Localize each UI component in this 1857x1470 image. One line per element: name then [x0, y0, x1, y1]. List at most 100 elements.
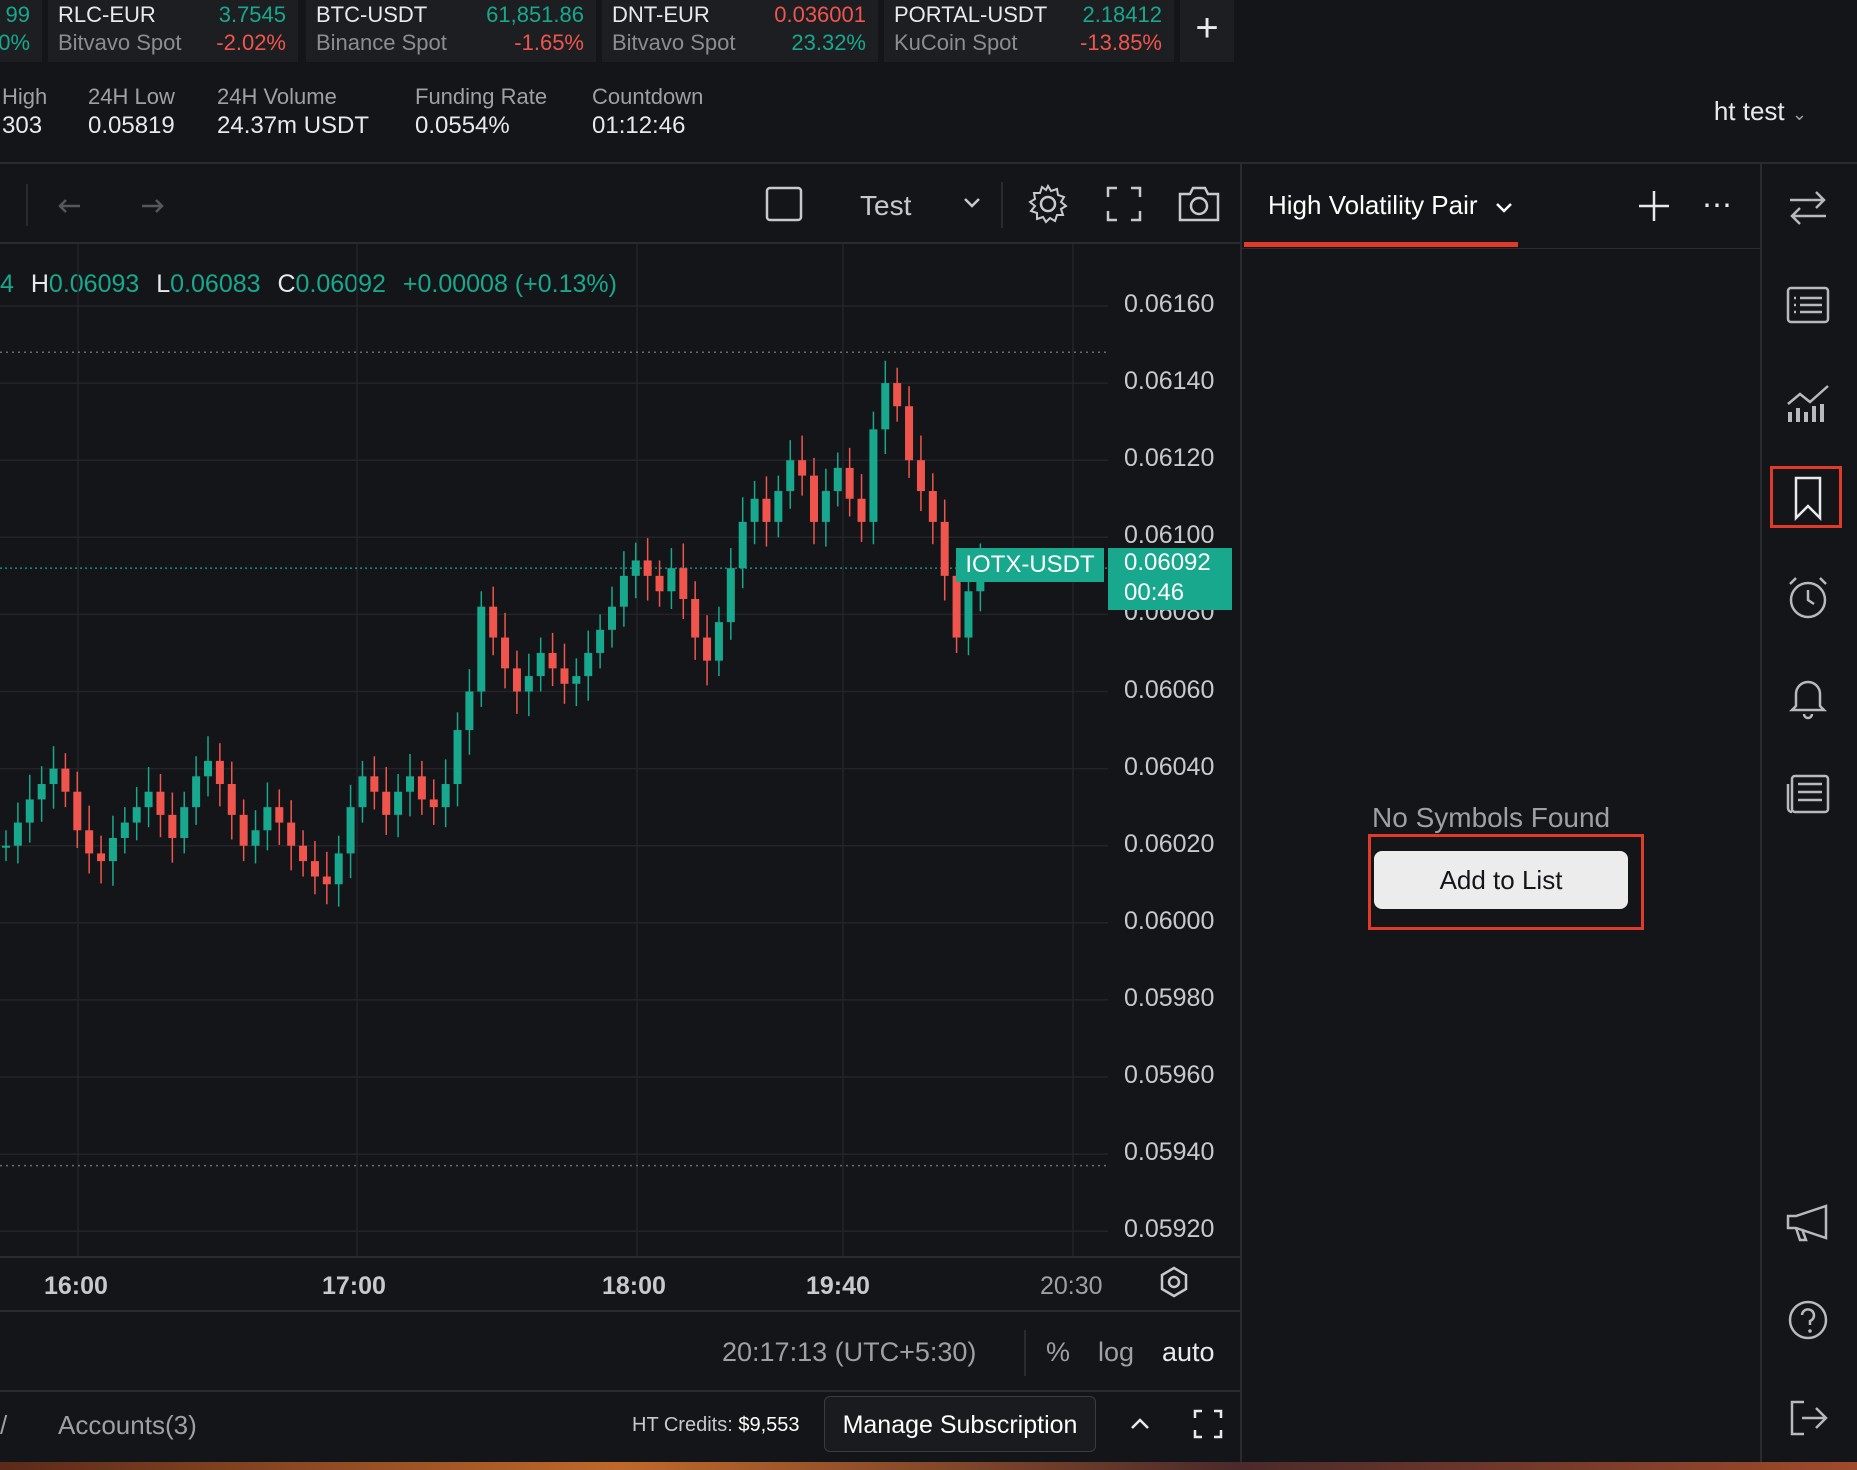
- undo-icon[interactable]: [56, 186, 92, 227]
- y-tick-label: 0.05920: [1124, 1215, 1215, 1244]
- candle-body: [667, 568, 676, 592]
- stat-value-24h-volume: 24.37m USDT: [217, 112, 370, 139]
- candle-body: [691, 598, 700, 638]
- candle-body: [477, 606, 486, 692]
- divider: [1001, 182, 1003, 228]
- candle-body: [762, 498, 771, 522]
- tab-accounts[interactable]: Accounts(3): [58, 1410, 197, 1441]
- symbol-price-tag: IOTX-USDT: [956, 548, 1104, 582]
- price-chart[interactable]: [0, 244, 1240, 1256]
- candle-body: [25, 799, 34, 823]
- ticker-change: 23.32%: [791, 30, 866, 55]
- more-options-icon[interactable]: ⋯: [1702, 188, 1734, 223]
- auto-toggle[interactable]: auto: [1162, 1337, 1215, 1368]
- candle-body: [204, 760, 212, 777]
- stat-label-countdown: Countdown: [592, 84, 704, 109]
- manage-subscription-button[interactable]: Manage Subscription: [824, 1396, 1096, 1452]
- candle-body: [750, 498, 759, 522]
- add-ticker-button[interactable]: +: [1180, 0, 1234, 62]
- candle-body: [619, 575, 628, 607]
- candle-body: [239, 814, 248, 846]
- last-price: 0.06092: [1124, 549, 1211, 576]
- x-tick-label: 20:30: [1040, 1272, 1103, 1300]
- candle-body: [572, 676, 581, 684]
- candle-body: [643, 560, 652, 576]
- gear-icon[interactable]: [1026, 182, 1070, 231]
- candle-body: [893, 383, 902, 407]
- candle-body: [726, 568, 735, 623]
- stat-label-24h-low: 24H Low: [88, 84, 175, 109]
- candle-body: [120, 822, 129, 838]
- candle-body: [382, 791, 391, 815]
- ticker-change: -13.85%: [1080, 30, 1162, 55]
- ticker-change: 0%: [0, 30, 30, 55]
- divider: [0, 162, 1857, 164]
- news-icon[interactable]: [1782, 768, 1834, 820]
- x-tick-label: 18:00: [602, 1272, 666, 1300]
- layout-square-icon[interactable]: [764, 184, 804, 229]
- candle-body: [73, 791, 82, 831]
- divider: [0, 1310, 1240, 1312]
- ticker-item[interactable]: 99 0%: [0, 0, 42, 62]
- chart-icon[interactable]: [1782, 378, 1834, 430]
- divider: [0, 1256, 1240, 1258]
- candle-timer: 00:46: [1124, 579, 1185, 606]
- list-icon[interactable]: [1782, 280, 1834, 332]
- watchlist-title: High Volatility Pair: [1268, 190, 1478, 220]
- ticker-price: 2.18412: [1082, 2, 1162, 27]
- ticker-item[interactable]: DNT-EUR Bitvavo Spot 0.036001 23.32%: [602, 0, 878, 62]
- chevron-up-icon[interactable]: [1126, 1410, 1154, 1443]
- layout-name[interactable]: Test: [860, 190, 911, 222]
- stat-value-countdown: 01:12:46: [592, 112, 686, 139]
- candle-body: [168, 814, 177, 838]
- candle-body: [881, 383, 890, 430]
- y-tick-label: 0.06000: [1124, 906, 1215, 935]
- y-tick-label: 0.06020: [1124, 829, 1215, 858]
- candle-body: [869, 429, 878, 522]
- candle-body: [287, 822, 296, 846]
- bell-icon[interactable]: [1782, 670, 1834, 722]
- alarm-clock-icon[interactable]: [1782, 572, 1834, 624]
- candle-body: [85, 830, 94, 854]
- stat-label-24h-volume: 24H Volume: [217, 84, 337, 109]
- axis-settings-icon[interactable]: [1156, 1264, 1192, 1305]
- empty-state-text: No Symbols Found: [1372, 802, 1611, 833]
- ticker-item[interactable]: BTC-USDT Binance Spot 61,851.86 -1.65%: [306, 0, 596, 62]
- candle-body: [263, 807, 272, 831]
- tab-fragment[interactable]: /: [0, 1410, 7, 1441]
- add-icon[interactable]: [1636, 188, 1672, 229]
- credits: HT Credits: $9,553: [632, 1414, 800, 1437]
- redo-icon[interactable]: [130, 186, 166, 227]
- x-tick-label: 17:00: [322, 1272, 386, 1300]
- expand-icon[interactable]: [1192, 1408, 1224, 1445]
- y-tick-label: 0.06160: [1124, 290, 1215, 318]
- candle-body: [596, 629, 605, 653]
- candle-body: [49, 768, 58, 785]
- clock-time[interactable]: 20:17:13 (UTC+5:30): [722, 1337, 976, 1368]
- ticker-symbol: DNT-EUR: [612, 2, 710, 27]
- candle-body: [928, 491, 937, 522]
- camera-icon[interactable]: [1176, 182, 1222, 231]
- logout-icon[interactable]: [1782, 1392, 1834, 1444]
- megaphone-icon[interactable]: [1782, 1196, 1834, 1248]
- candle-body: [465, 691, 474, 731]
- help-icon[interactable]: [1782, 1294, 1834, 1346]
- ticker-item[interactable]: PORTAL-USDT KuCoin Spot 2.18412 -13.85%: [884, 0, 1174, 62]
- candle-body: [406, 776, 414, 792]
- candle-body: [524, 676, 533, 692]
- user-menu[interactable]: ht test ⌄: [1714, 96, 1807, 127]
- credits-value: $9,553: [738, 1414, 800, 1436]
- ticker-item[interactable]: RLC-EUR Bitvavo Spot 3.7545 -2.02%: [48, 0, 298, 62]
- candle-body: [144, 791, 153, 808]
- candle-body: [501, 637, 510, 669]
- candle-body: [548, 652, 557, 669]
- chevron-down-icon[interactable]: [960, 190, 984, 219]
- candle-body: [857, 498, 866, 522]
- swap-icon[interactable]: [1782, 182, 1834, 234]
- fullscreen-icon[interactable]: [1104, 184, 1144, 229]
- window-edge: [0, 1462, 1857, 1470]
- candle-body: [453, 730, 462, 785]
- log-toggle[interactable]: log: [1098, 1337, 1134, 1368]
- watchlist-selector[interactable]: High Volatility Pair: [1268, 190, 1515, 221]
- percent-toggle[interactable]: %: [1046, 1337, 1070, 1368]
